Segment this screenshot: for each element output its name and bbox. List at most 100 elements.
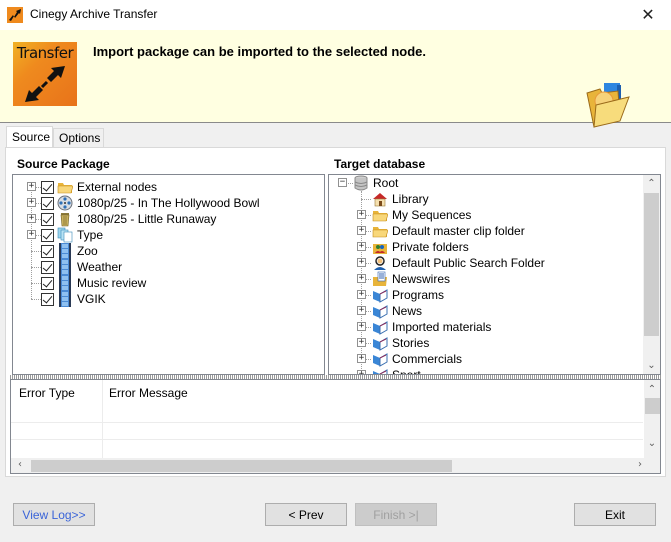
prev-button[interactable]: < Prev — [265, 503, 347, 526]
expand-icon[interactable]: + — [27, 230, 36, 239]
open-folder-icon — [586, 83, 630, 128]
column-header-error-type[interactable]: Error Type — [19, 386, 75, 400]
tree-item[interactable]: Zoo — [41, 243, 98, 259]
tree-item-label: Commercials — [392, 352, 463, 366]
scrollbar-thumb[interactable] — [645, 398, 660, 414]
house-icon — [372, 191, 388, 207]
open-book-icon — [372, 287, 388, 303]
source-package-tree[interactable]: + External nodes +1080p/25 - In The Hollyw… — [12, 174, 325, 375]
scroll-right-icon[interactable]: › — [635, 459, 645, 470]
expand-icon[interactable]: + — [357, 354, 366, 363]
scroll-up-icon[interactable]: ⌃ — [643, 178, 660, 189]
tree-item[interactable]: Weather — [41, 259, 122, 275]
tree-connector — [31, 299, 41, 300]
scroll-up-icon[interactable]: ⌃ — [644, 384, 660, 395]
tab-source[interactable]: Source — [6, 126, 53, 147]
grid-row-line — [11, 422, 643, 423]
tree-item[interactable]: Imported materials — [369, 319, 491, 335]
tree-item-label: News — [392, 304, 423, 318]
tree-item-label: Default master clip folder — [392, 224, 525, 238]
tree-item-label: VGIK — [77, 292, 106, 306]
film-strip-icon — [57, 275, 73, 291]
column-divider — [102, 380, 103, 458]
target-database-label: Target database — [334, 157, 426, 171]
tree-item[interactable]: VGIK — [41, 291, 106, 307]
tree-item[interactable]: Music review — [41, 275, 146, 291]
error-grid-horizontal-scrollbar[interactable]: ‹ › — [11, 458, 660, 473]
users-folder-icon — [372, 239, 388, 255]
status-message: Import package can be imported to the se… — [93, 44, 427, 59]
grid-row-line — [11, 439, 643, 440]
finish-button[interactable]: Finish >| — [355, 503, 437, 526]
close-button[interactable]: ✕ — [625, 0, 671, 30]
tree-item-label: My Sequences — [392, 208, 472, 222]
bidirectional-arrows-icon — [25, 66, 65, 102]
tree-item[interactable]: Newswires — [369, 271, 450, 287]
open-book-icon — [372, 319, 388, 335]
target-tree-vertical-scrollbar[interactable]: ⌃ ⌄ — [643, 175, 660, 374]
exit-button[interactable]: Exit — [574, 503, 656, 526]
film-strip-icon — [57, 243, 73, 259]
collapse-icon[interactable]: − — [338, 178, 347, 187]
expand-icon[interactable]: + — [357, 322, 366, 331]
error-grid: Error Type Error Message ⌃ ⌄ ‹ › — [10, 379, 661, 474]
open-book-icon — [372, 335, 388, 351]
tree-item[interactable]: Private folders — [369, 239, 469, 255]
tree-item-label: Imported materials — [392, 320, 492, 334]
tree-item[interactable]: Stories — [369, 335, 429, 351]
checkbox[interactable] — [41, 292, 54, 306]
open-book-icon — [372, 367, 388, 374]
expand-icon[interactable]: + — [27, 198, 36, 207]
film-reel-icon — [57, 195, 73, 211]
folder-icon — [57, 179, 74, 195]
expand-icon[interactable]: + — [27, 182, 36, 191]
scroll-down-icon[interactable]: ⌄ — [644, 438, 660, 449]
checkbox[interactable] — [41, 196, 54, 210]
expand-icon[interactable]: + — [357, 290, 366, 299]
tree-item[interactable]: 1080p/25 - Little Runaway — [41, 211, 216, 227]
tree-item[interactable]: Type — [41, 227, 103, 243]
tree-item-label: Music review — [77, 276, 147, 290]
transfer-logo: Transfer — [13, 42, 77, 106]
expand-icon[interactable]: + — [357, 258, 366, 267]
checkbox[interactable] — [41, 212, 54, 226]
tree-item-root[interactable]: Root — [350, 175, 398, 191]
tab-options[interactable]: Options — [53, 128, 104, 147]
tree-item[interactable]: 1080p/25 - In The Hollywood Bowl — [41, 195, 260, 211]
view-log-button[interactable]: View Log>> — [13, 503, 95, 526]
tree-item[interactable]: Default Public Search Folder — [369, 255, 545, 271]
checkbox[interactable] — [41, 244, 54, 258]
open-book-icon — [372, 303, 388, 319]
tree-item[interactable]: External nodes — [41, 179, 157, 195]
checkbox[interactable] — [41, 180, 54, 194]
expand-icon[interactable]: + — [27, 214, 36, 223]
error-grid-vertical-scrollbar[interactable]: ⌃ ⌄ — [644, 380, 660, 458]
tree-item[interactable]: Programs — [369, 287, 444, 303]
tree-item-label: Zoo — [77, 244, 98, 258]
tree-item[interactable]: Default master clip folder — [369, 223, 525, 239]
target-database-tree[interactable]: − Root Library + My Sequences + Default master… — [328, 174, 661, 375]
scroll-down-icon[interactable]: ⌄ — [643, 360, 660, 371]
checkbox[interactable] — [41, 276, 54, 290]
scrollbar-thumb[interactable] — [31, 460, 452, 472]
tree-item[interactable]: News — [369, 303, 422, 319]
checkbox[interactable] — [41, 260, 54, 274]
tree-item[interactable]: Sport — [369, 367, 421, 374]
title-bar: Cinegy Archive Transfer ✕ — [0, 0, 671, 30]
checkbox[interactable] — [41, 228, 54, 242]
expand-icon[interactable]: + — [357, 338, 366, 347]
expand-icon[interactable]: + — [357, 274, 366, 283]
expand-icon[interactable]: + — [357, 226, 366, 235]
scroll-left-icon[interactable]: ‹ — [15, 459, 25, 470]
tree-item-label: Stories — [392, 336, 430, 350]
column-header-error-message[interactable]: Error Message — [109, 386, 188, 400]
tree-item-label: Private folders — [392, 240, 469, 254]
tree-item-label: Type — [77, 228, 104, 242]
tree-item[interactable]: Library — [369, 191, 429, 207]
expand-icon[interactable]: + — [357, 242, 366, 251]
expand-icon[interactable]: + — [357, 210, 366, 219]
expand-icon[interactable]: + — [357, 306, 366, 315]
tree-item[interactable]: Commercials — [369, 351, 462, 367]
tree-item[interactable]: My Sequences — [369, 207, 471, 223]
scrollbar-thumb[interactable] — [644, 193, 659, 336]
